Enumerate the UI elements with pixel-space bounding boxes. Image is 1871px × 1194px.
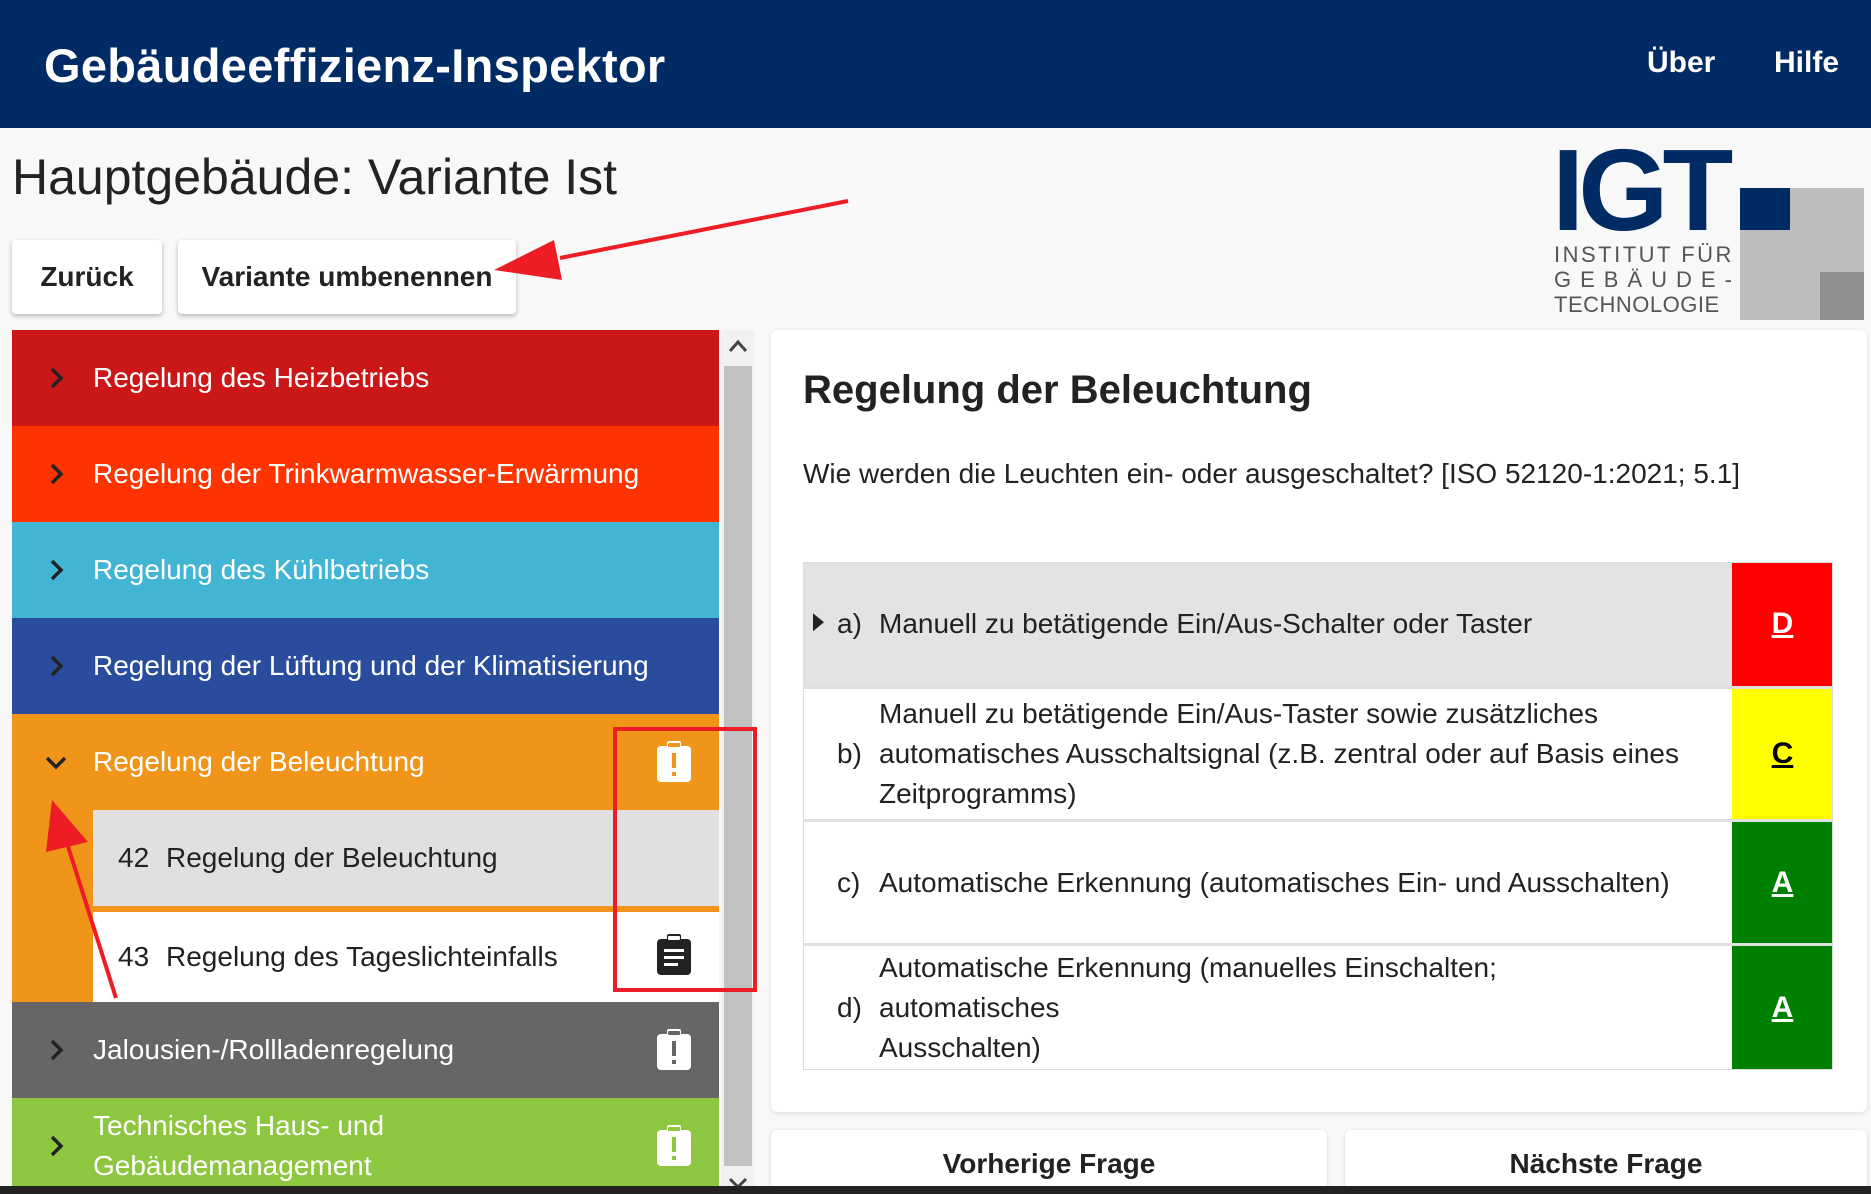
scrollbar-thumb[interactable] [724,366,752,1166]
answer-option-d[interactable]: d) Automatische Erkennung (manuelles Ein… [803,946,1833,1070]
subitem-number: 43 [118,941,150,972]
question-title: Regelung der Beleuchtung [803,368,1312,412]
category-heating-control[interactable]: Regelung des Heizbetriebs [12,330,719,426]
category-label-line1: Technisches Haus- und [93,1110,385,1141]
category-label: Regelung der Beleuchtung [93,746,425,777]
grade-badge-c[interactable]: C [1732,689,1833,819]
chevron-right-icon [50,1135,64,1157]
category-building-management[interactable]: Technisches Haus- und Gebäudemanagement [12,1098,719,1194]
logo-mark: IGT [1552,144,1732,255]
nav-about-link[interactable]: Über [1647,46,1715,80]
answer-option-c[interactable]: c) Automatische Erkennung (automatisches… [803,822,1833,943]
question-text: Wie werden die Leuchten ein- oder ausges… [803,458,1741,489]
option-text: Manuell zu betätigende Ein/Aus-Taster so… [879,694,1683,814]
category-hot-water-control[interactable]: Regelung der Trinkwarmwasser-Erwärmung [12,426,719,522]
chevron-right-icon [50,559,64,581]
subitem-43-daylight-control[interactable]: 43 Regelung des Tageslichteinfalls [93,912,719,1002]
clipboard-alert-icon [657,1125,691,1166]
question-card: Regelung der Beleuchtung Wie werden die … [771,330,1867,1112]
category-label: Regelung der Lüftung und der Klimatisier… [93,650,649,681]
category-label: Regelung der Trinkwarmwasser-Erwärmung [93,458,640,489]
subitem-label: Regelung des Tageslichteinfalls [166,941,558,972]
option-text-line: Automatische Erkennung (manuelles Einsch… [879,952,1497,1023]
next-question-button[interactable]: Nächste Frage [1345,1130,1867,1194]
app-title: Gebäudeeffizienz-Inspektor [44,39,666,92]
logo-line3: TECHNOLOGIE [1554,292,1720,317]
category-cooling-control[interactable]: Regelung des Kühlbetriebs [12,522,719,618]
grade-badge-d[interactable]: D [1732,562,1833,686]
option-text-line: Manuell zu betätigende Ein/Aus-Taster so… [879,698,1599,729]
option-letter: c) [837,866,861,898]
clipboard-alert-icon [657,1029,691,1070]
clipboard-list-icon [657,934,691,975]
previous-question-button[interactable]: Vorherige Frage [771,1130,1327,1194]
chevron-right-icon [50,1039,64,1061]
category-label: Regelung des Kühlbetriebs [93,554,430,585]
scroll-up-arrow-icon[interactable] [728,338,748,354]
option-text: Automatische Erkennung (manuelles Einsch… [879,948,1683,1068]
option-text: Manuell zu betätigende Ein/Aus-Schalter … [879,608,1533,639]
option-text-line: Zeitprogramms) [879,778,1077,809]
grade-badge-a[interactable]: A [1732,822,1833,943]
sidebar-scrollbar[interactable] [721,330,755,1194]
back-button[interactable]: Zurück [12,240,162,314]
rename-variant-button[interactable]: Variante umbenennen [178,240,516,314]
igt-logo: IGT INSTITUT FÜR GEBÄUDE- TECHNOLOGIE [1550,125,1864,320]
category-sidebar: Regelung des Heizbetriebs Regelung der T… [12,330,719,1194]
window-bottom-edge [0,1186,1871,1194]
subitem-label: Regelung der Beleuchtung [166,842,498,873]
category-ventilation-control[interactable]: Regelung der Lüftung und der Klimatisier… [12,618,719,714]
nav-help-link[interactable]: Hilfe [1774,46,1839,80]
subitem-42-lighting-control[interactable]: 42 Regelung der Beleuchtung [93,810,719,906]
category-blinds-control[interactable]: Jalousien-/Rollladenregelung [12,1002,719,1098]
chevron-right-icon [50,367,64,389]
category-label: Regelung des Heizbetriebs [93,362,430,393]
category-label: Technisches Haus- und Gebäudemanagement [93,1106,384,1186]
answer-option-b[interactable]: b) Manuell zu betätigende Ein/Aus-Taster… [803,689,1833,819]
option-letter: b) [837,738,862,769]
logo-line1: INSTITUT FÜR [1554,242,1734,267]
category-label-line2: Gebäudemanagement [93,1150,372,1181]
option-text: Automatische Erkennung (automatisches Ei… [879,866,1670,898]
logo-line2: GEBÄUDE- [1554,267,1741,292]
top-app-bar: Gebäudeeffizienz-Inspektor Über Hilfe [0,0,1871,128]
chevron-right-icon [50,463,64,485]
answer-option-a[interactable]: a) Manuell zu betätigende Ein/Aus-Schalt… [803,562,1833,686]
option-letter: a) [837,608,862,639]
selected-caret-icon [813,613,824,632]
option-text-line: Ausschalten) [879,1032,1041,1063]
chevron-right-icon [50,655,64,677]
grade-badge-a[interactable]: A [1732,946,1833,1070]
annotation-arrow-rename [494,199,849,280]
category-lighting-control[interactable]: Regelung der Beleuchtung [12,714,719,810]
subitem-number: 42 [118,842,150,873]
option-text-line: automatisches Ausschaltsignal (z.B. zent… [879,738,1679,769]
page-title: Hauptgebäude: Variante Ist [12,149,618,205]
option-letter: d) [837,992,862,1023]
chevron-down-icon [45,756,67,770]
category-label: Jalousien-/Rollladenregelung [93,1034,455,1065]
clipboard-alert-icon [657,741,691,782]
